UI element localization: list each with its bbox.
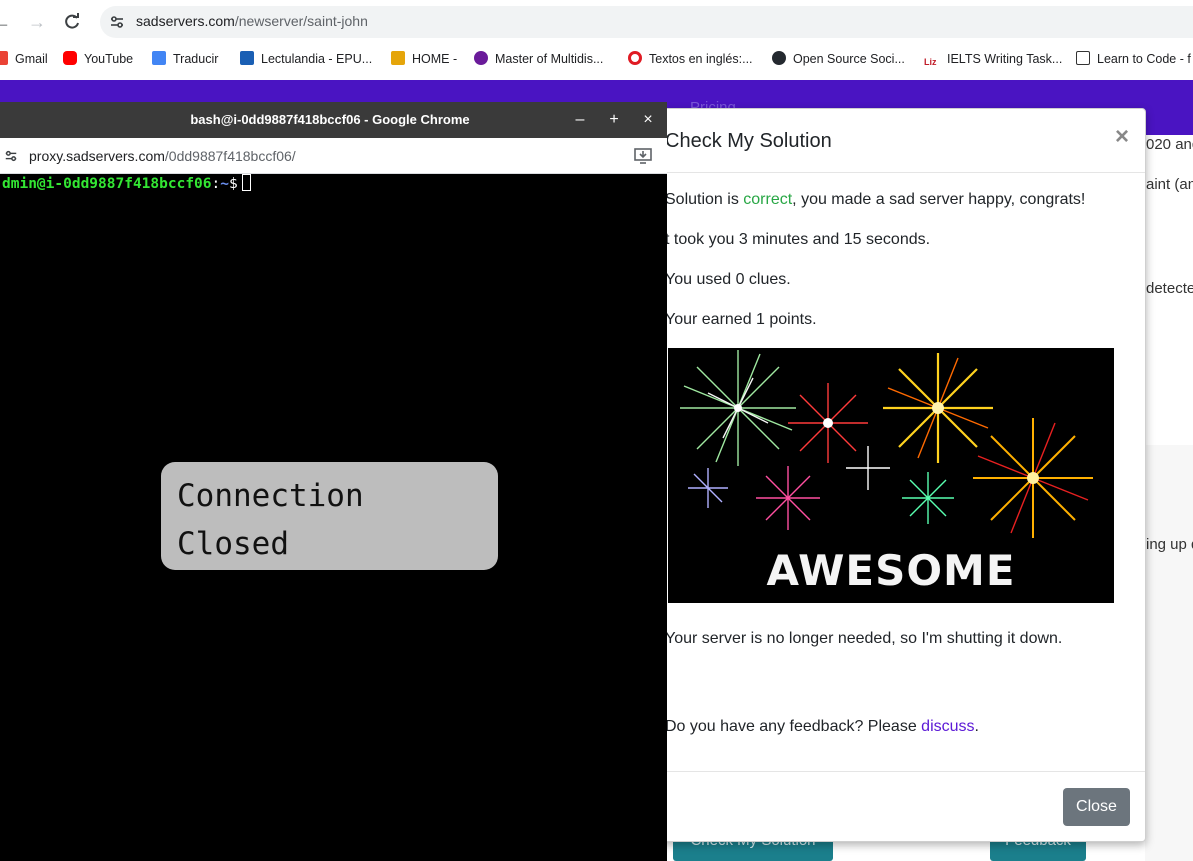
site-info-icon[interactable] [4, 149, 18, 163]
fireworks-image: AWESOME [668, 348, 1114, 603]
prompt-directory: ~ [220, 176, 229, 192]
address-url: sadservers.com/newserver/saint-john [136, 13, 368, 29]
prompt-user: dmin@i-0dd9887f418bccf06 [2, 176, 212, 192]
popup-titlebar[interactable]: bash@i-0dd9887f418bccf06 - Google Chrome… [0, 102, 667, 138]
bookmark-lectulandia[interactable]: Lectulandia - EPU... [240, 50, 372, 68]
shell-prompt: dmin@i-0dd9887f418bccf06:~$ [2, 174, 251, 193]
reload-icon[interactable] [60, 10, 84, 34]
minimize-icon[interactable]: – [570, 110, 590, 130]
check-solution-modal: Check My Solution × Solution is correct,… [640, 108, 1146, 842]
bookmark-master[interactable]: Master of Multidis... [474, 50, 603, 68]
site-text-fragment: ing up d [1146, 536, 1193, 553]
status-suffix: , you made a sad server happy, congrats! [792, 191, 1086, 208]
address-bar[interactable]: sadservers.com/newserver/saint-john [100, 6, 1193, 38]
bookmark-textos[interactable]: Textos en inglés:... [628, 50, 753, 68]
bookmark-label: Gmail [15, 52, 48, 66]
close-window-icon[interactable]: × [638, 110, 658, 130]
prompt-dollar: $ [228, 176, 238, 192]
site-info-icon[interactable] [109, 14, 125, 30]
popup-url: proxy.sadservers.com/0dd9887f418bccf06/ [29, 148, 296, 164]
bookmark-label: Master of Multidis... [495, 52, 604, 66]
bookmark-label: Open Source Soci... [793, 52, 905, 66]
screen: ← → sadservers.com/newserver/saint-john … [0, 0, 1193, 861]
bookmark-label: Learn to Code - f [1097, 52, 1191, 66]
site-section-background [1145, 445, 1193, 861]
close-icon[interactable]: × [1115, 123, 1129, 151]
terminal-cursor [241, 174, 251, 191]
terminal[interactable]: dmin@i-0dd9887f418bccf06:~$ Connection C… [0, 174, 667, 861]
bookmark-home[interactable]: HOME - [391, 50, 457, 68]
status-prefix: Solution is [665, 191, 744, 208]
lectulandia-icon [240, 51, 254, 65]
freecodecamp-icon [1076, 51, 1090, 65]
site-text-fragment: 020 and [1146, 136, 1193, 153]
shutdown-text: Your server is no longer needed, so I'm … [665, 630, 1063, 647]
url-host: sadservers.com [136, 13, 235, 29]
feedback-text: Do you have any feedback? Please discuss… [665, 718, 979, 736]
liz-icon: Liz [924, 53, 940, 67]
youtube-icon [63, 51, 77, 65]
close-button[interactable]: Close [1063, 788, 1130, 826]
solution-status-text: Solution is correct, you made a sad serv… [665, 191, 1085, 209]
popup-address-bar[interactable]: proxy.sadservers.com/0dd9887f418bccf06/ [0, 138, 667, 174]
modal-header: Check My Solution × [641, 109, 1145, 173]
bookmark-label: HOME - [412, 52, 458, 66]
discuss-link[interactable]: discuss [921, 718, 974, 735]
time-taken-text: t took you 3 minutes and 15 seconds. [665, 231, 931, 248]
site-text-fragment: detected [1146, 280, 1193, 297]
awesome-caption: AWESOME [766, 546, 1016, 595]
bookmark-youtube[interactable]: YouTube [63, 50, 133, 68]
prompt-separator: : [211, 176, 221, 192]
bookmark-label: Traducir [173, 52, 219, 66]
bookmark-gmail[interactable]: Gmail [0, 50, 48, 68]
popup-title: bash@i-0dd9887f418bccf06 - Google Chrome [190, 112, 470, 127]
back-icon[interactable]: ← [0, 10, 14, 34]
bookmark-learn-to-code[interactable]: Learn to Code - f [1076, 50, 1191, 68]
bookmark-label: Textos en inglés:... [649, 52, 753, 66]
master-icon [474, 51, 488, 65]
gmail-icon [0, 51, 8, 65]
bookmark-open-source[interactable]: Open Source Soci... [772, 50, 905, 68]
connection-closed-text: Connection Closed [177, 478, 364, 562]
bookmark-label: YouTube [84, 52, 134, 66]
browser-toolbar: ← → sadservers.com/newserver/saint-john [0, 0, 1193, 44]
bookmark-traducir[interactable]: Traducir [152, 50, 218, 68]
popup-url-host: proxy.sadservers.com [29, 148, 165, 164]
bookmark-label: IELTS Writing Task... [947, 52, 1063, 66]
modal-footer: Close [641, 771, 1145, 841]
terminal-popup-window: bash@i-0dd9887f418bccf06 - Google Chrome… [0, 102, 667, 861]
textos-icon [628, 51, 642, 65]
site-text-fragment: aint (and [1146, 176, 1193, 193]
feedback-prefix: Do you have any feedback? Please [665, 718, 922, 735]
forward-icon[interactable]: → [25, 10, 49, 34]
install-app-icon[interactable] [634, 148, 652, 164]
points-earned-text: Your earned 1 points. [665, 311, 817, 328]
connection-closed-overlay: Connection Closed [161, 462, 498, 570]
clues-used-text: You used 0 clues. [665, 271, 791, 288]
popup-url-path: /0dd9887f418bccf06/ [164, 148, 296, 164]
bookmark-ielts[interactable]: Liz IELTS Writing Task... [924, 50, 1062, 68]
home-site-icon [391, 51, 405, 65]
maximize-icon[interactable]: + [604, 110, 624, 130]
modal-title: Check My Solution [665, 130, 832, 152]
feedback-suffix: . [974, 718, 979, 735]
url-path: /newserver/saint-john [234, 13, 368, 29]
bookmarks-bar: Gmail YouTube Traducir Lectulandia - EPU… [0, 44, 1193, 74]
status-correct: correct [743, 191, 793, 208]
github-icon [772, 51, 786, 65]
translate-icon [152, 51, 166, 65]
bookmark-label: Lectulandia - EPU... [261, 52, 373, 66]
